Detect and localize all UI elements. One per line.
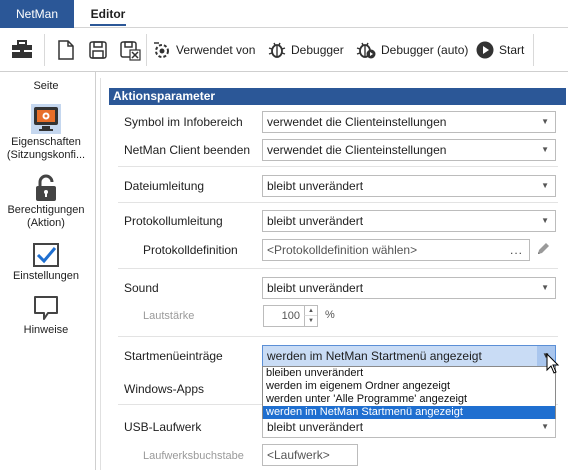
section-header: Aktionsparameter <box>109 88 566 105</box>
sidebar-item-hinweise[interactable]: Hinweise <box>0 294 92 337</box>
play-icon <box>476 41 494 59</box>
toolbar: Verwendet von Debugger Debugger (auto) S… <box>0 28 568 72</box>
laufwerksbuchstabe-picker[interactable]: <Laufwerk> <box>262 444 358 466</box>
debugger-auto-label: Debugger (auto) <box>381 43 469 57</box>
dropdown-option-selected[interactable]: werden im NetMan Startmenü angezeigt <box>263 406 555 419</box>
dropdown-option[interactable]: bleiben unverändert <box>263 367 555 380</box>
dropdown-option[interactable]: werden unter 'Alle Programme' angezeigt <box>263 393 555 406</box>
start-label: Start <box>499 43 525 57</box>
symbol-label: Symbol im Infobereich <box>124 115 243 129</box>
start-button[interactable]: Start <box>475 34 524 66</box>
sidebar-item-einstellungen[interactable]: Einstellungen <box>0 242 92 283</box>
sidebar-item-label: Einstellungen <box>12 270 80 282</box>
startmenue-dropdown[interactable]: werden im NetMan Startmenü angezeigt ▼ <box>262 345 556 367</box>
debugger-auto-button[interactable]: Debugger (auto) <box>355 34 468 66</box>
chevron-down-icon: ▼ <box>541 283 549 292</box>
dateiumleitung-dropdown[interactable]: bleibt unverändert ▼ <box>262 175 556 197</box>
toolbox-icon <box>12 40 32 58</box>
startmenue-label: Startmenüeinträge <box>124 349 223 363</box>
toolbar-separator <box>533 34 534 66</box>
debugger-label: Debugger <box>291 43 344 57</box>
bug-auto-icon <box>356 42 376 59</box>
sound-label: Sound <box>124 281 159 295</box>
speech-bubble-icon <box>34 296 58 320</box>
startmenue-value: werden im NetMan Startmenü angezeigt <box>267 349 482 363</box>
usb-label: USB-Laufwerk <box>124 420 202 434</box>
client-beenden-dropdown[interactable]: verwendet die Clienteinstellungen ▼ <box>262 139 556 161</box>
save-icon <box>89 41 107 59</box>
checkbox-check-icon <box>33 243 59 267</box>
ellipsis-button[interactable]: ... <box>510 240 523 260</box>
chevron-down-icon: ▼ <box>541 181 549 190</box>
tab-editor[interactable]: Editor <box>84 0 132 28</box>
dropdown-option[interactable]: werden im eigenem Ordner angezeigt <box>263 380 555 393</box>
new-document-icon <box>58 40 74 60</box>
save-button[interactable] <box>88 34 108 66</box>
windows-apps-label: Windows-Apps <box>124 382 205 396</box>
dateiumleitung-value: bleibt unverändert <box>267 179 364 193</box>
protokollumleitung-dropdown[interactable]: bleibt unverändert ▼ <box>262 210 556 232</box>
client-beenden-value: verwendet die Clienteinstellungen <box>267 143 447 157</box>
protokollumleitung-value: bleibt unverändert <box>267 214 364 228</box>
toolbox-button[interactable] <box>10 34 34 66</box>
lautstaerke-stepper[interactable]: 100 ▲ ▼ <box>263 305 318 327</box>
sidebar-item-label: (Sitzungskonfi... <box>6 149 86 161</box>
stepper-up-icon[interactable]: ▲ <box>304 306 317 316</box>
sidebar-item-label: (Aktion) <box>27 217 65 229</box>
ribbon-tab-bar: NetMan Editor <box>0 0 568 28</box>
bug-icon <box>268 42 286 58</box>
divider <box>118 336 558 337</box>
symbol-dropdown[interactable]: verwendet die Clienteinstellungen ▼ <box>262 111 556 133</box>
verwendet-von-button[interactable]: Verwendet von <box>152 34 255 66</box>
chevron-down-icon: ▼ <box>541 216 549 225</box>
divider <box>118 268 558 269</box>
tab-netman[interactable]: NetMan <box>0 0 74 28</box>
toolbar-separator <box>44 34 45 66</box>
lautstaerke-value[interactable]: 100 <box>264 306 304 326</box>
verwendet-von-label: Verwendet von <box>176 43 256 57</box>
monitor-gear-icon <box>31 104 61 134</box>
sidebar-item-label: Hinweise <box>23 324 69 336</box>
dateiumleitung-label: Dateiumleitung <box>124 179 205 193</box>
divider <box>118 202 558 203</box>
chevron-down-icon: ▼ <box>541 422 549 431</box>
sidebar-item-label: Eigenschaften <box>11 136 81 148</box>
laufwerksbuchstabe-label: Laufwerksbuchstabe <box>143 450 244 462</box>
mouse-cursor-icon <box>546 353 560 374</box>
padlock-icon <box>36 174 56 201</box>
usage-gear-icon <box>154 42 169 58</box>
divider <box>118 166 558 167</box>
sound-value: bleibt unverändert <box>267 281 364 295</box>
protokollumleitung-label: Protokollumleitung <box>124 214 223 228</box>
new-button[interactable] <box>56 34 76 66</box>
sidebar-item-berechtigungen[interactable]: Berechtigungen (Aktion) <box>0 174 92 230</box>
sound-dropdown[interactable]: bleibt unverändert ▼ <box>262 277 556 299</box>
lautstaerke-unit: % <box>325 309 335 321</box>
debugger-button[interactable]: Debugger <box>267 34 344 66</box>
chevron-down-icon: ▼ <box>541 145 549 154</box>
save-close-button[interactable] <box>119 34 141 66</box>
stepper-down-icon[interactable]: ▼ <box>304 316 317 326</box>
sidebar-heading: Seite <box>33 80 59 92</box>
lautstaerke-label: Lautstärke <box>143 310 195 322</box>
sidebar-item-eigenschaften[interactable]: Eigenschaften (Sitzungskonfi... <box>0 104 92 162</box>
symbol-value: verwendet die Clienteinstellungen <box>267 115 447 129</box>
page-sidebar: Seite Eigenschaften (Sitzungskonfi... Be… <box>0 72 96 470</box>
pencil-icon[interactable] <box>535 241 551 257</box>
protokolldefinition-picker[interactable]: <Protokolldefinition wählen> ... <box>262 239 530 261</box>
chevron-down-icon: ▼ <box>541 117 549 126</box>
usb-dropdown[interactable]: bleibt unverändert ▼ <box>262 416 556 438</box>
sidebar-item-label: Berechtigungen <box>7 204 85 216</box>
protokolldefinition-placeholder: <Protokolldefinition wählen> <box>267 243 418 257</box>
protokolldefinition-label: Protokolldefinition <box>143 243 238 257</box>
startmenue-dropdown-list: bleiben unverändert werden im eigenem Or… <box>262 366 556 419</box>
toolbar-separator <box>146 34 147 66</box>
client-beenden-label: NetMan Client beenden <box>124 143 251 157</box>
usb-value: bleibt unverändert <box>267 420 364 434</box>
laufwerksbuchstabe-value: <Laufwerk> <box>267 448 330 462</box>
save-close-icon <box>120 41 141 61</box>
